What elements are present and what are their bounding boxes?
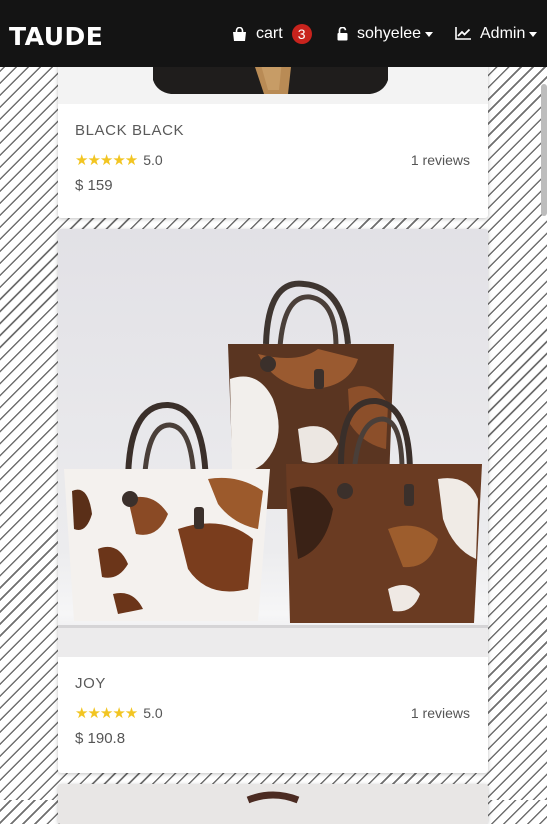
review-count: 1 reviews bbox=[410, 152, 470, 168]
chevron-down-icon bbox=[529, 31, 538, 37]
product-price: $ 159 bbox=[75, 177, 113, 194]
rating-value: 5.0 bbox=[143, 705, 163, 721]
product-card[interactable]: JOY ★★★★★ 5.0 1 reviews $ 190.8 bbox=[58, 229, 488, 773]
line-chart-icon bbox=[455, 27, 471, 40]
product-image[interactable] bbox=[58, 229, 488, 657]
rating-value: 5.0 bbox=[143, 152, 163, 168]
top-navbar: TAUDE cart 3 sohyelee Admin bbox=[0, 0, 547, 67]
page-scrollbar[interactable] bbox=[541, 84, 547, 216]
product-title[interactable]: JOY bbox=[75, 674, 470, 694]
rating-stars-icon: ★★★★★ bbox=[75, 704, 138, 722]
cart-label: cart bbox=[256, 24, 283, 42]
chevron-down-icon bbox=[425, 31, 434, 37]
shopping-bag-icon bbox=[232, 26, 247, 41]
review-count: 1 reviews bbox=[410, 705, 470, 721]
username-label: sohyelee bbox=[357, 24, 422, 42]
admin-menu-dropdown[interactable]: Admin bbox=[455, 0, 538, 67]
admin-label: Admin bbox=[480, 24, 526, 42]
product-rating: ★★★★★ 5.0 1 reviews bbox=[75, 150, 470, 170]
product-image[interactable] bbox=[58, 784, 488, 824]
product-title[interactable]: BLACK BLACK bbox=[75, 121, 470, 141]
product-rating: ★★★★★ 5.0 1 reviews bbox=[75, 703, 470, 723]
cart-nav-link[interactable]: cart 3 bbox=[232, 0, 312, 67]
user-menu-dropdown[interactable]: sohyelee bbox=[337, 0, 434, 67]
unlock-icon bbox=[337, 26, 348, 41]
brand-logo[interactable]: TAUDE bbox=[9, 24, 103, 49]
rating-stars-icon: ★★★★★ bbox=[75, 151, 138, 169]
product-card[interactable] bbox=[58, 784, 488, 824]
product-price: $ 190.8 bbox=[75, 730, 126, 747]
cart-count-badge: 3 bbox=[291, 23, 312, 44]
